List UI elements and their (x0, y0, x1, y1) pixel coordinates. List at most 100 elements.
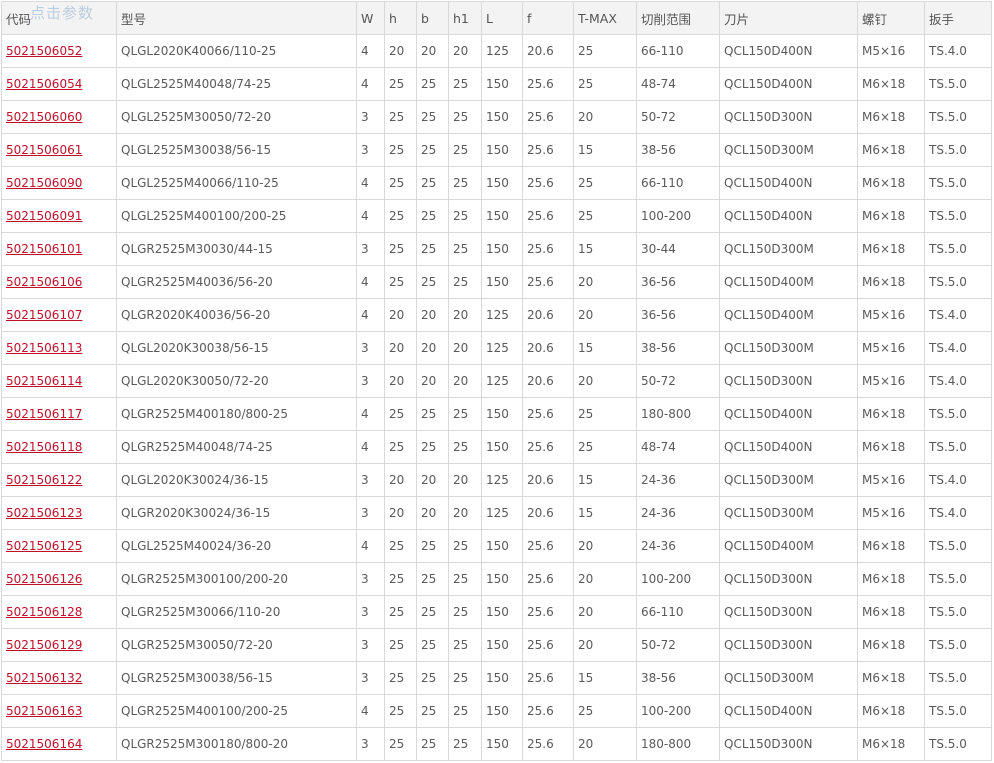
cell-screw: M5×16 (857, 463, 925, 497)
cell-h1: 25 (448, 397, 482, 431)
cell-model: QLGL2020K30024/36-15 (116, 463, 357, 497)
product-code-link[interactable]: 5021506052 (6, 44, 82, 58)
table-row: 5021506054 QLGL2525M40048/74-25 4 25 25 25 150… (1, 67, 992, 101)
cell-code: 5021506164 (1, 727, 117, 761)
cell-l: 150 (481, 265, 523, 299)
cell-screw: M6×18 (857, 199, 925, 233)
cell-cutting-range: 48-74 (636, 430, 720, 464)
table-row: 5021506060 QLGL2525M30050/72-20 3 25 25 25 150… (1, 100, 992, 134)
product-code-link[interactable]: 5021506060 (6, 110, 82, 124)
cell-cutting-range: 66-110 (636, 166, 720, 200)
cell-l: 150 (481, 397, 523, 431)
cell-w: 4 (356, 529, 385, 563)
table-body: 5021506052 QLGL2020K40066/110-25 4 20 20 20 12… (1, 34, 992, 761)
product-code-link[interactable]: 5021506132 (6, 671, 82, 685)
cell-insert: QCL150D300M (719, 133, 858, 167)
cell-h1: 20 (448, 331, 482, 365)
table-row: 5021506114 QLGL2020K30050/72-20 3 20 20 20 125… (1, 364, 992, 398)
cell-l: 150 (481, 232, 523, 266)
cell-cutting-range: 24-36 (636, 496, 720, 530)
cell-b: 25 (416, 199, 449, 233)
header-b: b (416, 1, 449, 35)
header-w: W (356, 1, 385, 35)
product-code-link[interactable]: 5021506107 (6, 308, 82, 322)
product-code-link[interactable]: 5021506163 (6, 704, 82, 718)
cell-l: 150 (481, 727, 523, 761)
cell-b: 20 (416, 364, 449, 398)
cell-insert: QCL150D400M (719, 265, 858, 299)
product-code-link[interactable]: 5021506054 (6, 77, 82, 91)
product-code-link[interactable]: 5021506114 (6, 374, 82, 388)
product-code-link[interactable]: 5021506061 (6, 143, 82, 157)
cell-w: 3 (356, 100, 385, 134)
header-screw: 螺钉 (857, 1, 925, 35)
product-code-link[interactable]: 5021506117 (6, 407, 82, 421)
cell-l: 150 (481, 100, 523, 134)
table-row: 5021506052 QLGL2020K40066/110-25 4 20 20 20 12… (1, 34, 992, 68)
product-code-link[interactable]: 5021506101 (6, 242, 82, 256)
cell-wrench: TS.4.0 (924, 34, 992, 68)
cell-t-max: 25 (573, 694, 637, 728)
product-code-link[interactable]: 5021506129 (6, 638, 82, 652)
cell-t-max: 20 (573, 595, 637, 629)
cell-model: QLGR2525M40048/74-25 (116, 430, 357, 464)
cell-screw: M6×18 (857, 430, 925, 464)
cell-f: 25.6 (522, 199, 574, 233)
cell-b: 20 (416, 34, 449, 68)
product-code-link[interactable]: 5021506122 (6, 473, 82, 487)
cell-h1: 20 (448, 463, 482, 497)
cell-model: QLGR2020K40036/56-20 (116, 298, 357, 332)
cell-insert: QCL150D300N (719, 595, 858, 629)
cell-screw: M6×18 (857, 397, 925, 431)
cell-cutting-range: 66-110 (636, 595, 720, 629)
cell-h: 25 (384, 727, 417, 761)
cell-model: QLGL2525M30038/56-15 (116, 133, 357, 167)
cell-wrench: TS.5.0 (924, 430, 992, 464)
header-code: 代码 (1, 1, 117, 35)
cell-model: QLGR2525M400100/200-25 (116, 694, 357, 728)
cell-insert: QCL150D400N (719, 166, 858, 200)
table-row: 5021506107 QLGR2020K40036/56-20 4 20 20 20 125… (1, 298, 992, 332)
cell-w: 4 (356, 166, 385, 200)
cell-code: 5021506052 (1, 34, 117, 68)
cell-b: 25 (416, 562, 449, 596)
cell-cutting-range: 66-110 (636, 34, 720, 68)
cell-f: 25.6 (522, 265, 574, 299)
product-code-link[interactable]: 5021506118 (6, 440, 82, 454)
cell-code: 5021506106 (1, 265, 117, 299)
cell-l: 150 (481, 595, 523, 629)
cell-h1: 20 (448, 364, 482, 398)
cell-cutting-range: 36-56 (636, 298, 720, 332)
cell-cutting-range: 38-56 (636, 661, 720, 695)
product-code-link[interactable]: 5021506125 (6, 539, 82, 553)
cell-t-max: 25 (573, 397, 637, 431)
product-code-link[interactable]: 5021506113 (6, 341, 82, 355)
product-code-link[interactable]: 5021506091 (6, 209, 82, 223)
product-code-link[interactable]: 5021506123 (6, 506, 82, 520)
cell-t-max: 25 (573, 199, 637, 233)
cell-model: QLGR2525M30038/56-15 (116, 661, 357, 695)
product-code-link[interactable]: 5021506090 (6, 176, 82, 190)
cell-screw: M6×18 (857, 595, 925, 629)
cell-cutting-range: 100-200 (636, 694, 720, 728)
cell-w: 4 (356, 34, 385, 68)
cell-screw: M6×18 (857, 694, 925, 728)
cell-h: 20 (384, 496, 417, 530)
product-code-link[interactable]: 5021506164 (6, 737, 82, 751)
cell-insert: QCL150D300N (719, 562, 858, 596)
table-row: 5021506113 QLGL2020K30038/56-15 3 20 20 20 125… (1, 331, 992, 365)
product-code-link[interactable]: 5021506128 (6, 605, 82, 619)
product-code-link[interactable]: 5021506106 (6, 275, 82, 289)
cell-h: 20 (384, 463, 417, 497)
cell-cutting-range: 100-200 (636, 199, 720, 233)
cell-h1: 25 (448, 67, 482, 101)
cell-b: 25 (416, 67, 449, 101)
cell-cutting-range: 36-56 (636, 265, 720, 299)
cell-h: 25 (384, 529, 417, 563)
header-cutting-range: 切削范围 (636, 1, 720, 35)
cell-w: 3 (356, 364, 385, 398)
cell-model: QLGL2525M40024/36-20 (116, 529, 357, 563)
cell-code: 5021506132 (1, 661, 117, 695)
cell-t-max: 20 (573, 562, 637, 596)
product-code-link[interactable]: 5021506126 (6, 572, 82, 586)
